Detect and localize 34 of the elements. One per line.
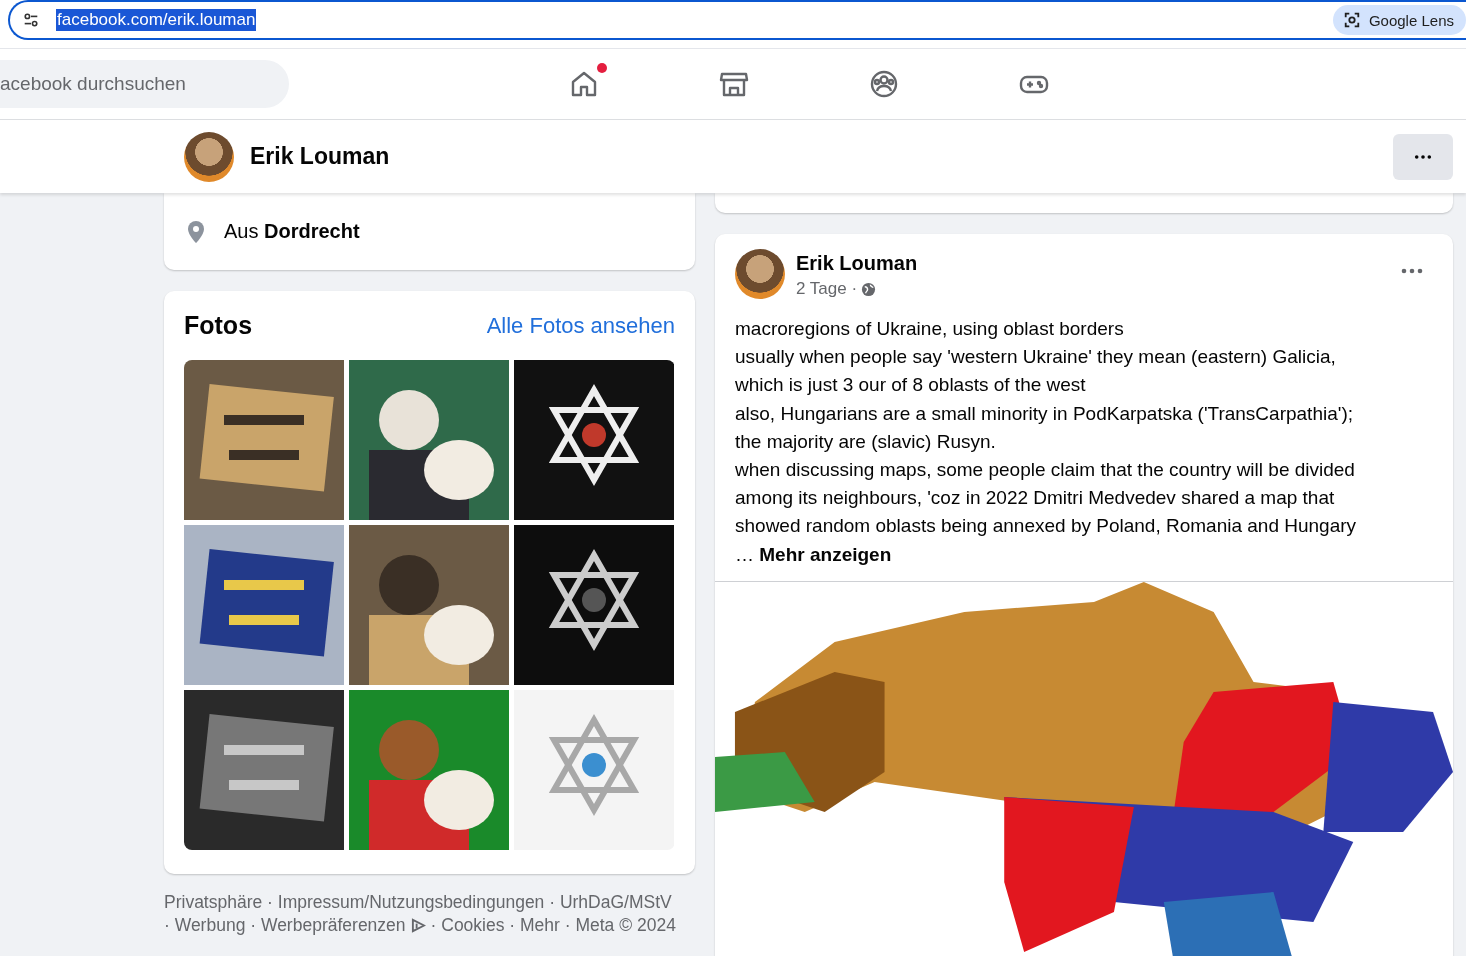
globe-icon: [861, 281, 877, 297]
avatar: [735, 249, 785, 299]
post-text: which is just 3 our of 8 oblasts of the west: [735, 373, 1087, 398]
url-text[interactable]: facebook.com/erik.louman: [56, 9, 257, 31]
hometown-text: Aus Dordrecht: [224, 220, 360, 243]
post-text: also, Hungarians are a small minority in PodKarpatska ('TransCarpathia');: [735, 401, 1354, 426]
see-all-photos-link[interactable]: Alle Fotos ansehen: [486, 312, 675, 339]
post-time[interactable]: 2 Tage ·: [796, 279, 858, 299]
footer-links[interactable]: · Werbung · Werbepräferenzen: [164, 914, 406, 937]
footer-links[interactable]: Privatsphäre · Impressum/Nutzungsbedingungen · UrhDaG/MStV: [164, 891, 672, 914]
site-settings-icon[interactable]: [22, 11, 40, 29]
search-field[interactable]: acebook durchsuchen: [0, 60, 289, 108]
post-text: among its neighbours, 'coz in 2022 Dmitri Medvedev shared a map that: [735, 486, 1336, 511]
post-text: usually when people say 'western Ukraine' they mean (eastern) Galicia,: [735, 345, 1337, 370]
post-text: the majority are (slavic) Rusyn.: [735, 429, 997, 454]
post-text: macroregions of Ukraine, using oblast borders: [735, 317, 1125, 341]
post-text: when discussing maps, some people claim that the country will be divided: [735, 458, 1356, 482]
address-bar[interactable]: facebook.com/erik.louman Google Lens: [8, 0, 1466, 40]
author-name[interactable]: Erik Louman: [796, 252, 918, 275]
footer-links[interactable]: · Cookies · Mehr · Meta © 2024: [430, 914, 676, 937]
ad-choices-icon[interactable]: [410, 918, 426, 933]
ellipsis-text: …: [735, 543, 754, 565]
more-icon: [1414, 153, 1432, 160]
lens-icon: [1342, 11, 1361, 29]
groups-icon: [868, 68, 900, 100]
post-text: showed random oblasts being annexed by Poland, Romania and Hungary: [735, 514, 1358, 539]
notification-dot: [597, 63, 607, 73]
google-lens-button[interactable]: Google Lens: [1332, 5, 1466, 35]
more-icon[interactable]: [1401, 268, 1423, 274]
location-icon: [186, 219, 206, 244]
section-title: Fotos: [184, 311, 253, 340]
profile-name: Erik Louman: [250, 143, 390, 170]
see-more-link[interactable]: Mehr anzeigen: [759, 543, 892, 565]
avatar: [184, 131, 234, 182]
